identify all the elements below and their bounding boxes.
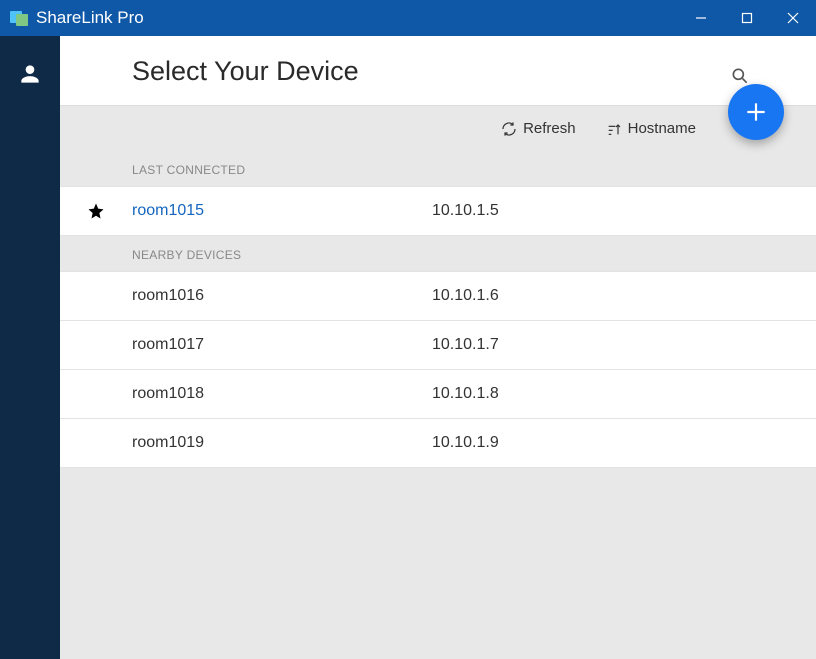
minimize-button[interactable] [678, 0, 724, 36]
device-name: room1016 [132, 287, 432, 305]
device-row[interactable]: room1015 10.10.1.5 [60, 186, 816, 236]
add-device-fab[interactable] [728, 84, 784, 140]
refresh-label: Refresh [523, 120, 576, 137]
device-ip: 10.10.1.8 [432, 385, 499, 403]
device-row[interactable]: room1016 10.10.1.6 [60, 271, 816, 321]
device-name: room1017 [132, 336, 432, 354]
refresh-icon [501, 121, 517, 137]
maximize-button[interactable] [724, 0, 770, 36]
device-ip: 10.10.1.9 [432, 434, 499, 452]
window-controls [678, 0, 816, 36]
device-row[interactable]: room1019 10.10.1.9 [60, 418, 816, 468]
sort-icon [606, 121, 622, 137]
plus-icon [743, 99, 769, 125]
nearby-list: room1016 10.10.1.6 room1017 10.10.1.7 ro… [60, 271, 816, 468]
header: Select Your Device [60, 36, 816, 106]
app-icon [10, 9, 28, 27]
titlebar-left: ShareLink Pro [0, 8, 144, 28]
profile-button[interactable] [10, 54, 50, 94]
device-row[interactable]: room1018 10.10.1.8 [60, 369, 816, 419]
sort-button[interactable]: Hostname [606, 120, 696, 137]
sort-label: Hostname [628, 120, 696, 137]
main: Select Your Device Refresh Hostname LAST [60, 36, 816, 659]
device-ip: 10.10.1.5 [432, 202, 499, 220]
last-connected-label: LAST CONNECTED [60, 151, 816, 187]
device-ip: 10.10.1.7 [432, 336, 499, 354]
last-connected-list: room1015 10.10.1.5 [60, 186, 816, 236]
toolbar: Refresh Hostname [60, 106, 816, 151]
sidebar [0, 36, 60, 659]
device-name: room1019 [132, 434, 432, 452]
app-title: ShareLink Pro [36, 8, 144, 28]
refresh-button[interactable]: Refresh [501, 120, 576, 137]
device-row[interactable]: room1017 10.10.1.7 [60, 320, 816, 370]
page-title: Select Your Device [132, 56, 786, 87]
app-window: ShareLink Pro Select Your Device [0, 0, 816, 659]
close-button[interactable] [770, 0, 816, 36]
nearby-label: NEARBY DEVICES [60, 236, 816, 272]
search-icon [730, 66, 750, 86]
titlebar: ShareLink Pro [0, 0, 816, 36]
device-name: room1018 [132, 385, 432, 403]
person-icon [17, 61, 43, 87]
body: Select Your Device Refresh Hostname LAST [0, 36, 816, 659]
device-ip: 10.10.1.6 [432, 287, 499, 305]
star-icon [87, 202, 105, 220]
device-name: room1015 [132, 202, 432, 220]
favorite-icon[interactable] [60, 202, 132, 220]
